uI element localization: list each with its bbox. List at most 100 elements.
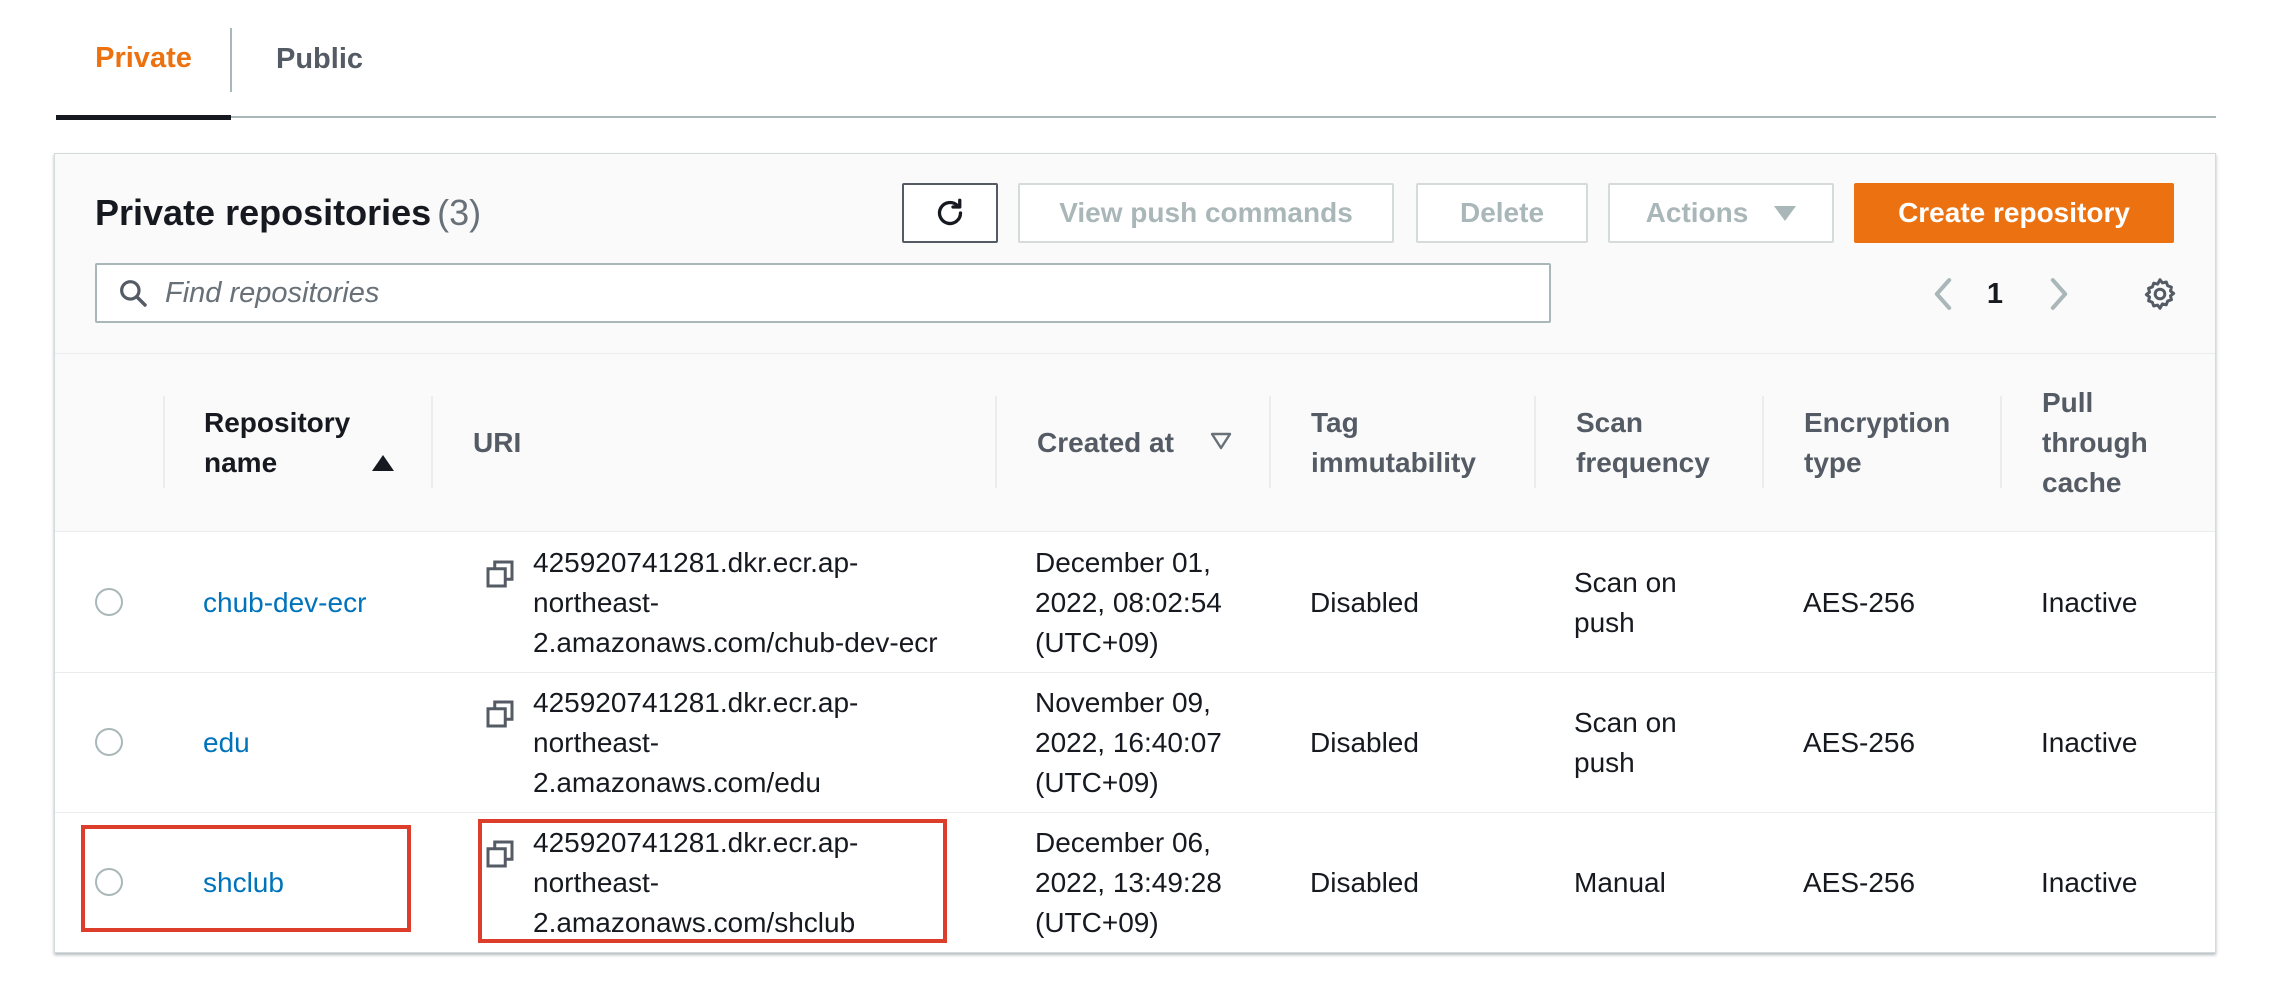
scan-frequency-line: push bbox=[1574, 747, 1635, 778]
created-at-line: (UTC+09) bbox=[1035, 627, 1159, 658]
created-at-line: December 06, bbox=[1035, 827, 1211, 858]
column-scan-frequency: Scan frequency bbox=[1576, 354, 1776, 532]
refresh-button[interactable] bbox=[902, 183, 998, 243]
row-select-radio[interactable] bbox=[95, 868, 123, 896]
uri-line: northeast- bbox=[533, 867, 660, 898]
uri-line: 425920741281.dkr.ecr.ap- bbox=[533, 547, 859, 578]
repository-uri: 425920741281.dkr.ecr.ap- northeast- 2.am… bbox=[533, 823, 953, 943]
column-tag-immutability: Tag immutability bbox=[1311, 354, 1541, 532]
created-at-cell: December 06, 2022, 13:49:28 (UTC+09) bbox=[1035, 813, 1222, 952]
chevron-right-icon bbox=[2050, 278, 2068, 310]
view-push-commands-button[interactable]: View push commands bbox=[1018, 183, 1394, 243]
column-label: Scan bbox=[1576, 407, 1643, 438]
actions-label: Actions bbox=[1645, 197, 1749, 228]
table-row: edu 425920741281.dkr.ecr.ap- northeast- … bbox=[55, 673, 2215, 813]
repository-uri: 425920741281.dkr.ecr.ap- northeast- 2.am… bbox=[533, 543, 953, 663]
created-at-line: (UTC+09) bbox=[1035, 767, 1159, 798]
page-title: Private repositories (3) bbox=[95, 192, 481, 234]
created-at-line: 2022, 16:40:07 bbox=[1035, 727, 1222, 758]
search-box[interactable] bbox=[95, 263, 1551, 323]
uri-line: northeast- bbox=[533, 727, 660, 758]
encryption-type-cell: AES-256 bbox=[1803, 867, 1916, 898]
tab-divider bbox=[230, 28, 232, 92]
scan-frequency-cell: Manual bbox=[1574, 813, 1666, 952]
tab-private[interactable]: Private bbox=[56, 28, 231, 120]
column-label: Encryption bbox=[1804, 407, 1951, 438]
uri-line: 2.amazonaws.com/edu bbox=[533, 767, 821, 798]
search-input[interactable] bbox=[165, 276, 1515, 310]
tag-immutability-cell: Disabled bbox=[1310, 867, 1419, 898]
column-separator bbox=[163, 396, 165, 488]
scan-frequency-line: Scan on bbox=[1574, 567, 1677, 598]
preferences-button[interactable] bbox=[2135, 267, 2185, 321]
column-label: URI bbox=[473, 427, 522, 458]
created-at-cell: December 01, 2022, 08:02:54 (UTC+09) bbox=[1035, 533, 1222, 673]
column-created-at[interactable]: Created at bbox=[1037, 354, 1237, 532]
uri-line: 425920741281.dkr.ecr.ap- bbox=[533, 827, 859, 858]
copy-icon[interactable] bbox=[485, 559, 515, 589]
table-header-bar: Private repositories (3) View push comman… bbox=[55, 154, 2215, 354]
repository-uri: 425920741281.dkr.ecr.ap- northeast- 2.am… bbox=[533, 683, 953, 803]
column-label: type bbox=[1804, 447, 1862, 478]
scan-frequency-cell: Scan on push bbox=[1574, 533, 1677, 673]
column-label: name bbox=[204, 447, 278, 478]
created-at-line: 2022, 13:49:28 bbox=[1035, 867, 1222, 898]
pull-through-cache-cell: Inactive bbox=[2041, 867, 2138, 898]
column-separator bbox=[1269, 396, 1271, 488]
delete-button[interactable]: Delete bbox=[1416, 183, 1588, 243]
tag-immutability-cell: Disabled bbox=[1310, 727, 1419, 758]
column-label: Created at bbox=[1037, 427, 1174, 458]
caret-down-icon bbox=[1774, 205, 1797, 221]
repository-count: (3) bbox=[437, 192, 482, 233]
title-text: Private repositories bbox=[95, 192, 432, 233]
table-row: shclub 425920741281.dkr.ecr.ap- northeas… bbox=[55, 813, 2215, 952]
uri-line: 2.amazonaws.com/chub-dev-ecr bbox=[533, 627, 938, 658]
encryption-type-cell: AES-256 bbox=[1803, 727, 1916, 758]
column-label: Pull bbox=[2042, 387, 2094, 418]
scan-frequency-line: Manual bbox=[1574, 867, 1666, 898]
next-page-button[interactable] bbox=[2039, 267, 2079, 321]
scan-frequency-line: Scan on bbox=[1574, 707, 1677, 738]
sort-descending-icon[interactable] bbox=[1210, 432, 1232, 450]
column-separator bbox=[1534, 396, 1536, 488]
column-separator bbox=[1762, 396, 1764, 488]
column-separator bbox=[2000, 396, 2002, 488]
column-label: Repository bbox=[204, 407, 351, 438]
repository-link[interactable]: shclub bbox=[203, 813, 284, 952]
pull-through-cache-cell: Inactive bbox=[2041, 727, 2138, 758]
repository-link[interactable]: chub-dev-ecr bbox=[203, 533, 366, 673]
created-at-line: 2022, 08:02:54 bbox=[1035, 587, 1222, 618]
created-at-cell: November 09, 2022, 16:40:07 (UTC+09) bbox=[1035, 673, 1222, 813]
current-page-number[interactable]: 1 bbox=[1975, 267, 2015, 321]
scan-frequency-cell: Scan on push bbox=[1574, 673, 1677, 813]
chevron-left-icon bbox=[1934, 278, 1952, 310]
row-select-radio[interactable] bbox=[95, 728, 123, 756]
pull-through-cache-cell: Inactive bbox=[2041, 587, 2138, 618]
table-column-headers: Repository name URI Created at Tag immut… bbox=[55, 354, 2215, 532]
repositories-table-container: Private repositories (3) View push comman… bbox=[54, 153, 2216, 953]
actions-dropdown-button[interactable]: Actions bbox=[1608, 183, 1834, 243]
created-at-line: December 01, bbox=[1035, 547, 1211, 578]
column-label: immutability bbox=[1311, 447, 1476, 478]
uri-line: 425920741281.dkr.ecr.ap- bbox=[533, 687, 859, 718]
previous-page-button[interactable] bbox=[1923, 267, 1963, 321]
column-separator bbox=[431, 396, 433, 488]
uri-line: northeast- bbox=[533, 587, 660, 618]
sort-ascending-icon[interactable] bbox=[372, 455, 394, 471]
copy-icon[interactable] bbox=[485, 839, 515, 869]
encryption-type-cell: AES-256 bbox=[1803, 587, 1916, 618]
tab-public[interactable]: Public bbox=[276, 28, 363, 90]
table-row: chub-dev-ecr 425920741281.dkr.ecr.ap- no… bbox=[55, 533, 2215, 673]
repository-tabs: Private Public bbox=[56, 0, 2216, 120]
repository-link[interactable]: edu bbox=[203, 673, 250, 813]
tag-immutability-cell: Disabled bbox=[1310, 587, 1419, 618]
column-repository-name[interactable]: Repository name bbox=[204, 354, 394, 532]
created-at-line: November 09, bbox=[1035, 687, 1211, 718]
row-select-radio[interactable] bbox=[95, 588, 123, 616]
column-pull-through-cache: Pull through cache bbox=[2042, 354, 2202, 532]
column-label: through bbox=[2042, 427, 2148, 458]
column-label: cache bbox=[2042, 467, 2122, 498]
create-repository-button[interactable]: Create repository bbox=[1854, 183, 2174, 243]
column-uri: URI bbox=[473, 354, 773, 532]
copy-icon[interactable] bbox=[485, 699, 515, 729]
